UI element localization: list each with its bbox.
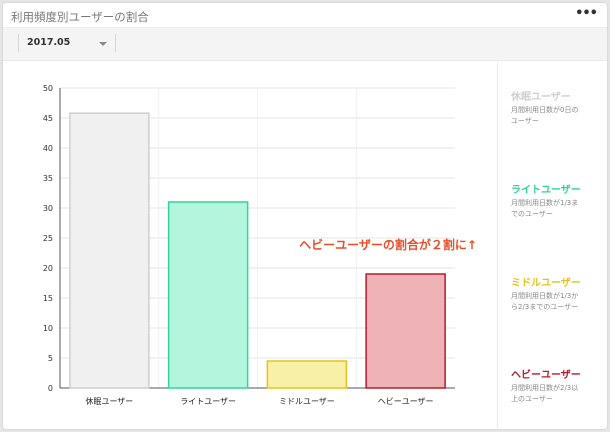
legend-desc: ユーザー (511, 116, 539, 125)
legend-desc: 月間利用日数が1/3ま (511, 199, 579, 207)
legend-desc: 月間利用日数が2/3以 (511, 384, 579, 392)
y-tick-label: 25 (43, 234, 53, 243)
filter-toolbar: 2017.05 (3, 27, 607, 61)
legend-desc: ら2/3までのユーザー (511, 302, 579, 311)
legend-divider (497, 60, 498, 429)
legend-desc: でのユーザー (511, 209, 553, 218)
y-tick-label: 50 (43, 84, 53, 93)
bar (167, 201, 249, 389)
card-title: 利用頻度別ユーザーの割合 (11, 10, 149, 24)
more-dots-icon[interactable]: ••• (575, 6, 598, 21)
x-tick-label: ライトユーザー (180, 397, 236, 406)
y-tick-label: 30 (43, 204, 53, 213)
period-select[interactable]: 2017.05 (21, 32, 113, 54)
legend-name: ミドルユーザー (511, 278, 581, 289)
legend-desc: 月間利用日数が1/3か (511, 292, 579, 300)
chevron-down-icon (99, 42, 107, 46)
bar (365, 273, 446, 389)
y-tick-label: 35 (43, 174, 53, 183)
legend-item-middle: ミドルユーザー 月間利用日数が1/3か ら2/3までのユーザー (511, 274, 603, 312)
x-tick-label: 休眠ユーザー (85, 396, 133, 406)
bar (69, 112, 150, 389)
legend-name: ヘビーユーザー (511, 370, 581, 381)
y-tick-label: 15 (43, 294, 53, 303)
legend-item-heavy: ヘビーユーザー 月間利用日数が2/3以 上のユーザー (511, 366, 603, 404)
bar-chart: 0 5 10 15 20 25 30 35 40 45 50 休眠ユーザー ライトユーザー ミドルユーザー… (43, 84, 477, 406)
y-tick-label: 10 (43, 324, 53, 333)
toolbar-divider (115, 34, 116, 52)
y-tick-label: 20 (43, 264, 53, 273)
chart-card: 利用頻度別ユーザーの割合 ••• 2017.05 0 5 10 15 20 25 30 35 4… (3, 3, 607, 429)
legend-desc: 月間利用日数が0日の (511, 106, 579, 114)
chart-annotation: ヘビーユーザーの割合が２割に↑ (299, 237, 477, 252)
y-tick-label: 40 (43, 144, 53, 153)
legend-name: ライトユーザー (511, 185, 581, 196)
legend-desc: 上のユーザー (511, 394, 553, 403)
x-tick-label: ヘビーユーザー (378, 397, 434, 406)
toolbar-divider (18, 34, 19, 52)
x-tick-label: ミドルユーザー (279, 397, 335, 406)
y-tick-label: 0 (48, 384, 53, 393)
legend-item-light: ライトユーザー 月間利用日数が1/3ま でのユーザー (511, 181, 603, 219)
y-tick-label: 45 (43, 114, 53, 123)
y-tick-label: 5 (48, 354, 53, 363)
legend-item-dormant: 休眠ユーザー 月間利用日数が0日の ユーザー (511, 88, 603, 126)
period-select-value: 2017.05 (27, 37, 71, 48)
bar (266, 360, 348, 389)
legend-name: 休眠ユーザー (511, 92, 571, 103)
